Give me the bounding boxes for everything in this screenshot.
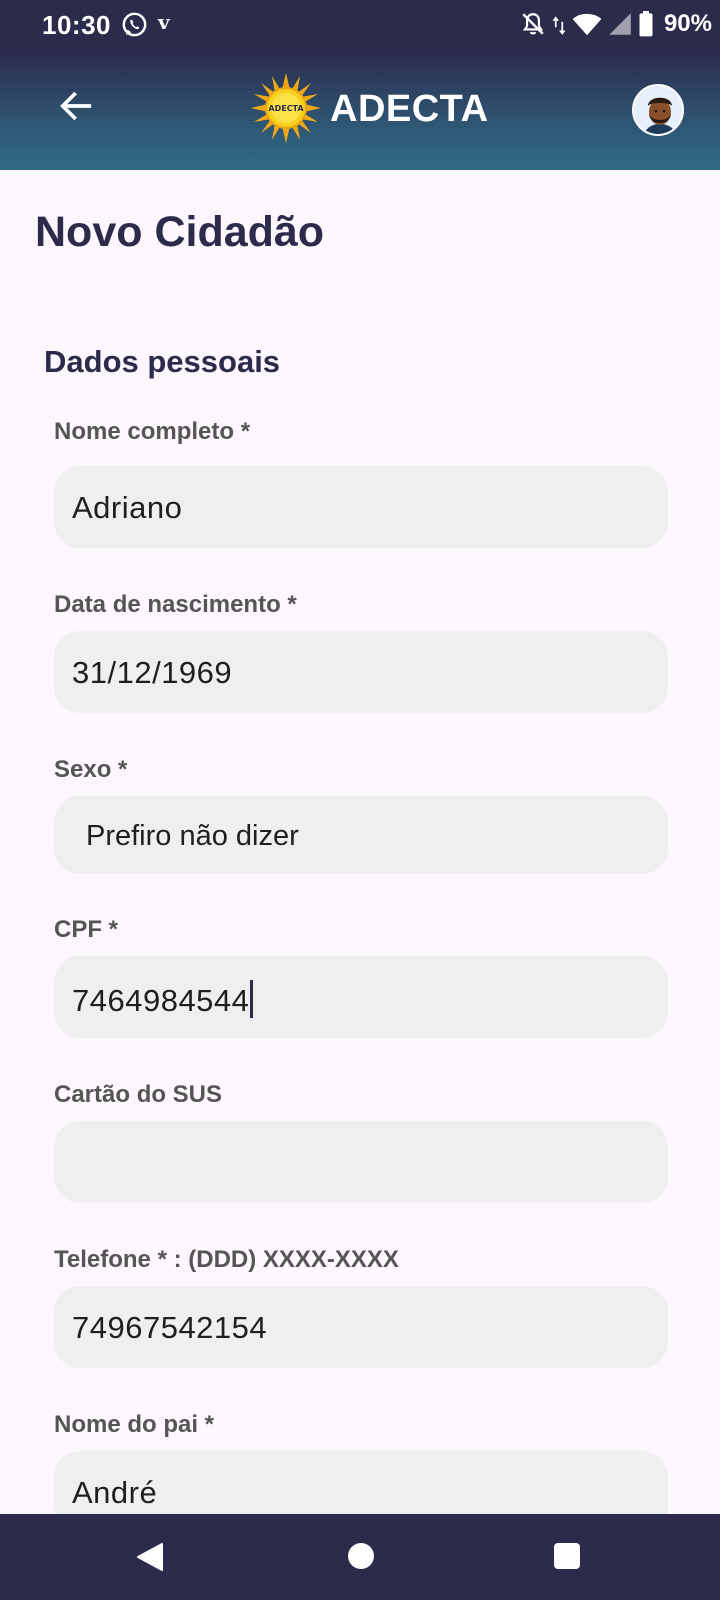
telefone-input[interactable]: 74967542154 xyxy=(54,1286,668,1368)
nav-back-icon[interactable] xyxy=(136,1542,164,1572)
sexo-value: Prefiro não dizer xyxy=(86,820,299,852)
app-brand-title: ADECTA xyxy=(330,88,489,130)
cpf-value-wrap: 7464984544 xyxy=(72,980,254,1019)
mute-bell-icon xyxy=(522,13,544,35)
nome-pai-value: André xyxy=(72,1475,158,1510)
sun-logo-icon: ADECTA xyxy=(251,73,321,143)
telefone-label: Telefone * : (DDD) XXXX-XXXX xyxy=(54,1246,399,1273)
battery-icon xyxy=(639,11,653,37)
data-arrows-icon xyxy=(552,16,566,35)
user-avatar[interactable] xyxy=(632,84,684,136)
status-bar: 10:30 v 90% xyxy=(0,0,720,50)
battery-percent: 90% xyxy=(663,10,712,37)
nome-completo-label: Nome completo * xyxy=(54,418,251,445)
data-nascimento-value: 31/12/1969 xyxy=(72,655,233,690)
nome-completo-value: Adriano xyxy=(72,490,183,525)
cpf-label: CPF * xyxy=(54,916,119,943)
status-right-icons: 90% xyxy=(520,9,712,39)
cellular-signal-icon xyxy=(609,13,631,35)
nome-completo-input[interactable]: Adriano xyxy=(54,466,668,548)
avatar-face-icon xyxy=(634,86,682,134)
page-title: Novo Cidadão xyxy=(35,208,325,256)
cpf-value: 7464984544 xyxy=(72,983,250,1018)
data-nascimento-input[interactable]: 31/12/1969 xyxy=(54,631,668,713)
status-time: 10:30 xyxy=(42,10,111,40)
whatsapp-icon xyxy=(122,12,147,37)
nome-pai-label: Nome do pai * xyxy=(54,1411,215,1438)
cpf-input[interactable]: 7464984544 xyxy=(54,956,668,1038)
wifi-icon xyxy=(572,13,602,36)
nav-recents-icon[interactable] xyxy=(554,1543,580,1569)
app-bar: ADECTA ADECTA xyxy=(0,50,720,170)
cartao-sus-input[interactable] xyxy=(54,1121,668,1203)
section-title: Dados pessoais xyxy=(44,344,281,379)
nav-home-icon[interactable] xyxy=(348,1543,374,1569)
data-nascimento-label: Data de nascimento * xyxy=(54,591,297,618)
text-cursor xyxy=(250,980,254,1018)
sexo-label: Sexo * xyxy=(54,756,128,783)
logo-text: ADECTA xyxy=(268,104,304,113)
cartao-sus-label: Cartão do SUS xyxy=(54,1081,223,1108)
system-nav-bar xyxy=(0,1514,720,1600)
vpn-icon: v xyxy=(158,10,170,34)
telefone-value: 74967542154 xyxy=(72,1310,268,1345)
sexo-select[interactable]: Prefiro não dizer xyxy=(54,796,668,874)
arrow-left-icon[interactable] xyxy=(56,86,96,126)
